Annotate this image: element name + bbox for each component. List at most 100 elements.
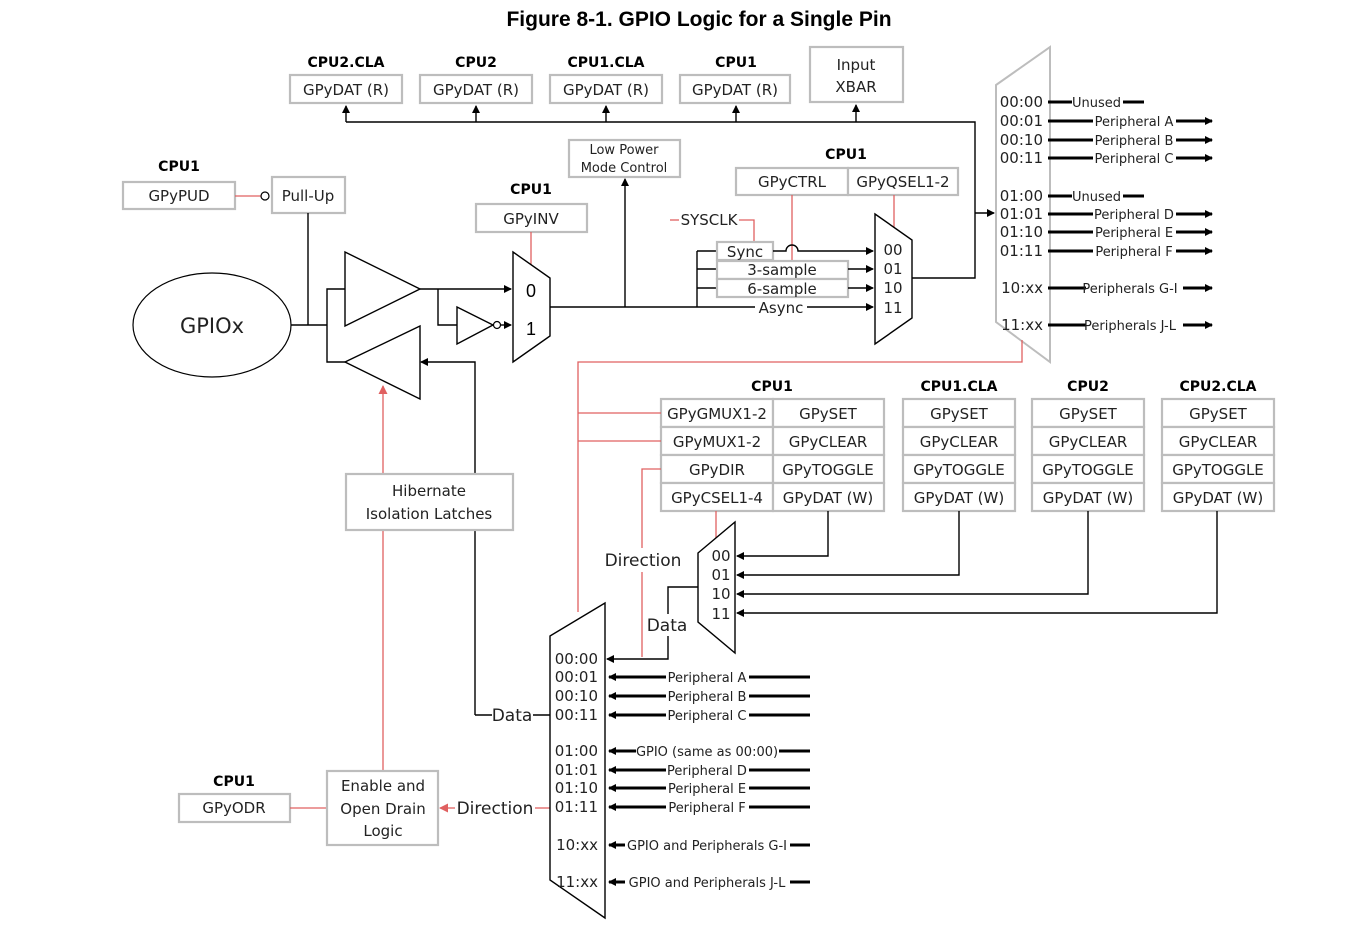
select-code: 00:11 bbox=[555, 706, 598, 724]
read-register-group: CPU2.CLA GPyDAT (R) CPU2 GPyDAT (R) CPU1… bbox=[288, 45, 905, 105]
figure-title: Figure 8-1. GPIO Logic for a Single Pin bbox=[506, 8, 891, 31]
select-code: 01:01 bbox=[555, 761, 598, 779]
gpyctrl-label: GPyCTRL bbox=[758, 173, 827, 191]
select-code: 00:00 bbox=[1000, 93, 1043, 111]
three-sample-label: 3-sample bbox=[747, 261, 817, 279]
pin-wiring bbox=[291, 213, 345, 363]
select-code: 00:10 bbox=[555, 687, 598, 705]
qual-input-00: 00 bbox=[883, 241, 902, 259]
gpio-pin-label: GPIOx bbox=[180, 314, 244, 338]
output-mux-row: 01:00 GPIO (same as 00:00) bbox=[555, 742, 810, 760]
output-label: Peripheral F bbox=[1095, 245, 1172, 260]
register-label: GPyCLEAR bbox=[789, 433, 868, 451]
inverter-bubble-icon bbox=[492, 320, 502, 330]
hibernate-line1: Hibernate bbox=[392, 482, 466, 500]
register-label: GPyDAT (R) bbox=[692, 81, 778, 99]
select-code: 00:01 bbox=[1000, 112, 1043, 130]
mux-input-1: 1 bbox=[526, 319, 536, 339]
input-label: GPIO and Peripherals J-L bbox=[629, 876, 786, 891]
qual-input-10: 10 bbox=[883, 279, 902, 297]
owner-label: CPU2 bbox=[1067, 379, 1109, 395]
select-code: 01:00 bbox=[1000, 187, 1043, 205]
direction-label: Direction bbox=[605, 551, 682, 571]
register-label: GPyDAT (W) bbox=[1173, 489, 1263, 507]
output-mux-row: 11:xx GPIO and Peripherals J-L bbox=[556, 873, 810, 891]
input-label: Peripheral D bbox=[667, 764, 747, 779]
select-code: 11:xx bbox=[556, 873, 598, 891]
six-sample-label: 6-sample bbox=[747, 280, 817, 298]
select-code: 00:01 bbox=[555, 668, 598, 686]
input-mux-row: 11:xx Peripherals J-L bbox=[1001, 316, 1213, 334]
output-label: Peripheral E bbox=[1095, 226, 1173, 241]
register-label: GPyCLEAR bbox=[920, 433, 999, 451]
select-code: 11:xx bbox=[1001, 316, 1043, 334]
qual-input-01: 01 bbox=[883, 260, 902, 278]
select-code: 01:11 bbox=[1000, 242, 1043, 260]
hibernate-line2: Isolation Latches bbox=[366, 505, 493, 523]
owner-label: CPU1 bbox=[715, 55, 757, 71]
register-label: GPyDAT (R) bbox=[563, 81, 649, 99]
select-code: 10:xx bbox=[556, 836, 598, 854]
register-label: GPyTOGGLE bbox=[782, 461, 874, 479]
owner-label: CPU1 bbox=[751, 379, 793, 395]
register-label: GPyGMUX1-2 bbox=[667, 405, 767, 423]
select-code: 00:00 bbox=[555, 650, 598, 668]
register-label: GPySET bbox=[799, 405, 858, 423]
pullup-label: Pull-Up bbox=[282, 187, 335, 205]
cpu1-register-table: CPU1 GPyGMUX1-2 GPySET GPyMUX1-2 GPyCLEAR GP… bbox=[659, 379, 886, 513]
sync-label: Sync bbox=[727, 243, 763, 261]
core-input-10: 10 bbox=[711, 585, 730, 603]
write-register-tables: CPU1.CLA GPySET GPyCLEAR GPyTOGGLE GPyDAT (W… bbox=[901, 379, 1276, 513]
input-label: Peripheral B bbox=[668, 690, 747, 705]
output-label: Unused bbox=[1072, 96, 1121, 111]
output-label: Peripheral B bbox=[1095, 134, 1174, 149]
input-xbar: Input XBAR bbox=[808, 45, 905, 104]
low-power-line1: Low Power bbox=[589, 143, 659, 158]
gpio-logic-diagram: Figure 8-1. GPIO Logic for a Single Pin … bbox=[121, 8, 1276, 920]
core-input-01: 01 bbox=[711, 566, 730, 584]
input-mux-row: 01:00 Unused bbox=[1000, 187, 1144, 205]
async-label: Async bbox=[759, 299, 804, 317]
register-label: GPyDAT (R) bbox=[433, 81, 519, 99]
register-label: GPyDAT (W) bbox=[783, 489, 873, 507]
select-code: 10:xx bbox=[1001, 279, 1043, 297]
register-label: GPyCLEAR bbox=[1179, 433, 1258, 451]
write-register-table: CPU2.CLA GPySET GPyCLEAR GPyTOGGLE GPyDAT (W… bbox=[1160, 379, 1276, 513]
read-reg-cpu1cla: CPU1.CLA GPyDAT (R) bbox=[548, 55, 664, 105]
output-label: Peripheral C bbox=[1095, 152, 1174, 167]
owner-label: CPU1 bbox=[510, 182, 552, 198]
register-label: GPyDIR bbox=[689, 461, 745, 479]
register-label: GPySET bbox=[930, 405, 989, 423]
owner-label: CPU1 bbox=[158, 159, 200, 175]
write-register-table: CPU2 GPySET GPyCLEAR GPyTOGGLE GPyDAT (W) bbox=[1030, 379, 1146, 513]
output-mux-row: 00:10 Peripheral B bbox=[555, 687, 810, 705]
hibernate-section: Hibernate Isolation Latches bbox=[344, 472, 515, 532]
output-label: Peripherals J-L bbox=[1084, 319, 1177, 334]
input-mux-row: 10:xx Peripherals G-I bbox=[1001, 279, 1213, 297]
select-code: 00:11 bbox=[1000, 149, 1043, 167]
select-code: 01:10 bbox=[555, 779, 598, 797]
output-label: Peripheral A bbox=[1095, 115, 1174, 130]
output-label: Unused bbox=[1072, 190, 1121, 205]
core-input-00: 00 bbox=[711, 547, 730, 565]
output-label: Peripherals G-I bbox=[1082, 282, 1177, 297]
input-mux-row: 00:00 Unused bbox=[1000, 93, 1144, 111]
inversion-mux bbox=[512, 250, 551, 364]
owner-label: CPU2.CLA bbox=[308, 55, 385, 71]
owner-label: CPU2.CLA bbox=[1180, 379, 1257, 395]
gpyodr-label: GPyODR bbox=[202, 799, 265, 817]
pullup-section: CPU1 GPyPUD Pull-Up bbox=[121, 159, 347, 215]
register-label: GPyDAT (W) bbox=[1043, 489, 1133, 507]
open-drain-line1: Enable and bbox=[341, 777, 425, 795]
register-label: GPyTOGGLE bbox=[1172, 461, 1264, 479]
write-register-table: CPU1.CLA GPySET GPyCLEAR GPyTOGGLE GPyDAT (W… bbox=[901, 379, 1017, 513]
sysclk-label: SYSCLK bbox=[681, 211, 739, 229]
gpypud-label: GPyPUD bbox=[148, 187, 209, 205]
mux-input-0: 0 bbox=[526, 281, 536, 301]
select-code: 01:01 bbox=[1000, 205, 1043, 223]
low-power-line2: Mode Control bbox=[581, 161, 668, 176]
select-code: 01:00 bbox=[555, 742, 598, 760]
open-drain-line3: Logic bbox=[363, 822, 402, 840]
owner-label: CPU2 bbox=[455, 55, 497, 71]
select-code: 01:10 bbox=[1000, 223, 1043, 241]
